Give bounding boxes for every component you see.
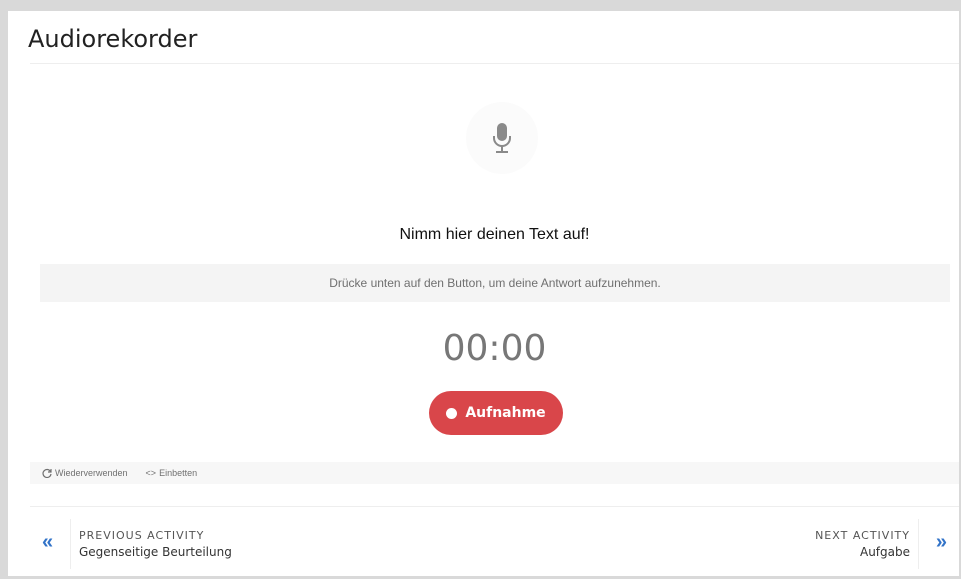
record-button-label: Aufnahme bbox=[465, 405, 546, 421]
recorder-title: Nimm hier deinen Text auf! bbox=[399, 226, 590, 243]
reuse-label: Wiederverwenden bbox=[55, 468, 128, 478]
reuse-link[interactable]: Wiederverwenden bbox=[42, 468, 128, 478]
audio-recorder-activity: Nimm hier deinen Text auf! Drücke unten … bbox=[30, 63, 959, 484]
record-dot-icon bbox=[446, 407, 458, 419]
previous-activity-name: Gegenseitige Beurteilung bbox=[79, 545, 232, 559]
previous-activity-label: PREVIOUS ACTIVITY bbox=[79, 529, 205, 542]
next-activity-label: NEXT ACTIVITY bbox=[815, 529, 910, 542]
microphone-icon bbox=[466, 102, 538, 174]
next-activity-link[interactable]: NEXT ACTIVITY Aufgabe bbox=[815, 519, 919, 569]
double-chevron-left-icon[interactable]: « bbox=[42, 531, 53, 554]
page-frame: Audiorekorder Nimm hier deinen Text auf!… bbox=[8, 11, 959, 576]
next-activity-name: Aufgabe bbox=[859, 545, 910, 559]
refresh-icon bbox=[42, 468, 52, 478]
h5p-action-bar: Wiederverwenden <> Einbetten bbox=[30, 462, 959, 484]
code-icon: <> bbox=[145, 468, 157, 478]
embed-link[interactable]: <> Einbetten bbox=[146, 468, 198, 478]
record-button[interactable]: Aufnahme bbox=[429, 391, 563, 435]
activity-navigation: « PREVIOUS ACTIVITY Gegenseitige Beurtei… bbox=[30, 506, 959, 576]
previous-activity-link[interactable]: PREVIOUS ACTIVITY Gegenseitige Beurteilu… bbox=[70, 519, 232, 569]
page-title: Audiorekorder bbox=[28, 25, 198, 53]
double-chevron-right-icon[interactable]: » bbox=[936, 531, 947, 554]
recorder-hint: Drücke unten auf den Button, um deine An… bbox=[40, 264, 950, 302]
embed-label: Einbetten bbox=[159, 468, 198, 478]
recording-timer: 00:00 bbox=[442, 328, 547, 369]
